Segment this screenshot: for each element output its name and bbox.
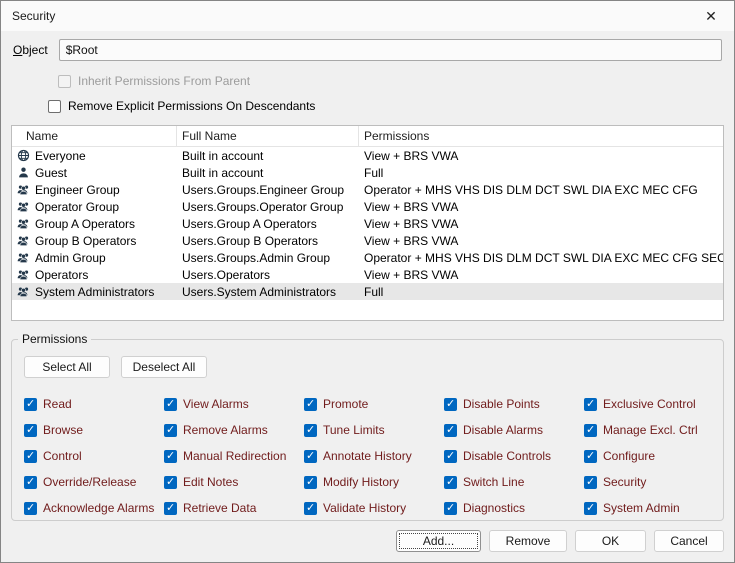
remove-explicit-permissions-checkbox[interactable]: Remove Explicit Permissions On Descendan… xyxy=(48,99,734,113)
permission-checkbox-read[interactable]: Read xyxy=(24,397,164,411)
group-icon xyxy=(17,200,30,213)
title-bar: Security ✕ xyxy=(1,1,734,31)
checkbox-icon xyxy=(444,424,457,437)
permissions-group-label: Permissions xyxy=(18,332,91,346)
checkbox-icon xyxy=(584,450,597,463)
table-row-group-a-operators[interactable]: Group A Operators Users.Group A Operator… xyxy=(12,215,723,232)
table-row-engineer-group[interactable]: Engineer Group Users.Groups.Engineer Gro… xyxy=(12,181,723,198)
accounts-table: Name Full Name Permissions Everyone Buil… xyxy=(11,125,724,321)
permission-checkbox-retrieve-data[interactable]: Retrieve Data xyxy=(164,501,304,515)
permission-checkbox-promote[interactable]: Promote xyxy=(304,397,444,411)
checkbox-icon xyxy=(444,502,457,515)
permissions-groupbox: Permissions Select All Deselect All Read… xyxy=(11,339,724,521)
permission-checkbox-disable-points[interactable]: Disable Points xyxy=(444,397,584,411)
permission-checkbox-configure[interactable]: Configure xyxy=(584,449,724,463)
checkbox-icon xyxy=(444,398,457,411)
checkbox-icon xyxy=(304,450,317,463)
table-row-operator-group[interactable]: Operator Group Users.Groups.Operator Gro… xyxy=(12,198,723,215)
group-icon xyxy=(17,183,30,196)
permission-checkbox-tune-limits[interactable]: Tune Limits xyxy=(304,423,444,437)
permission-checkbox-disable-controls[interactable]: Disable Controls xyxy=(444,449,584,463)
table-row-everyone[interactable]: Everyone Built in account View + BRS VWA xyxy=(12,147,723,164)
table-row-system-administrators[interactable]: System Administrators Users.System Admin… xyxy=(12,283,723,300)
checkbox-icon xyxy=(164,450,177,463)
group-icon xyxy=(17,268,30,281)
permission-checkbox-validate-history[interactable]: Validate History xyxy=(304,501,444,515)
checkbox-icon xyxy=(444,450,457,463)
checkbox-icon xyxy=(444,476,457,489)
table-row-operators[interactable]: Operators Users.Operators View + BRS VWA xyxy=(12,266,723,283)
object-label: Object xyxy=(13,43,48,57)
group-icon xyxy=(17,217,30,230)
permission-checkbox-switch-line[interactable]: Switch Line xyxy=(444,475,584,489)
select-all-button[interactable]: Select All xyxy=(24,356,110,378)
ok-button[interactable]: OK xyxy=(575,530,646,552)
permission-checkbox-system-admin[interactable]: System Admin xyxy=(584,501,724,515)
permission-checkbox-view-alarms[interactable]: View Alarms xyxy=(164,397,304,411)
footer-buttons: Add... Remove OK Cancel xyxy=(1,530,724,552)
add-button[interactable]: Add... xyxy=(396,530,481,552)
checkbox-icon xyxy=(24,398,37,411)
inherit-permissions-label: Inherit Permissions From Parent xyxy=(78,74,250,88)
group-icon xyxy=(17,285,30,298)
checkbox-icon xyxy=(24,450,37,463)
checkbox-icon xyxy=(584,398,597,411)
object-input[interactable] xyxy=(59,39,722,61)
checkbox-icon xyxy=(24,424,37,437)
checkbox-icon xyxy=(164,398,177,411)
checkbox-icon xyxy=(48,100,61,113)
permission-checkbox-diagnostics[interactable]: Diagnostics xyxy=(444,501,584,515)
column-header-name[interactable]: Name xyxy=(12,126,177,146)
permissions-grid: Read Browse Control Override/Release Ack… xyxy=(24,391,723,521)
checkbox-icon xyxy=(24,502,37,515)
column-header-permissions[interactable]: Permissions xyxy=(359,126,723,146)
column-header-full-name[interactable]: Full Name xyxy=(177,126,359,146)
checkbox-icon xyxy=(584,476,597,489)
checkbox-icon xyxy=(24,476,37,489)
group-icon xyxy=(17,251,30,264)
security-dialog: Security ✕ Object Inherit Permissions Fr… xyxy=(0,0,735,563)
permission-checkbox-annotate-history[interactable]: Annotate History xyxy=(304,449,444,463)
remove-explicit-permissions-label: Remove Explicit Permissions On Descendan… xyxy=(68,99,315,113)
globe-icon xyxy=(17,149,30,162)
checkbox-icon xyxy=(304,502,317,515)
permission-checkbox-security[interactable]: Security xyxy=(584,475,724,489)
checkbox-icon xyxy=(584,502,597,515)
checkbox-icon xyxy=(304,398,317,411)
checkbox-icon xyxy=(304,424,317,437)
permission-checkbox-edit-notes[interactable]: Edit Notes xyxy=(164,475,304,489)
permission-checkbox-modify-history[interactable]: Modify History xyxy=(304,475,444,489)
permission-checkbox-control[interactable]: Control xyxy=(24,449,164,463)
remove-button[interactable]: Remove xyxy=(489,530,567,552)
permission-checkbox-exclusive-control[interactable]: Exclusive Control xyxy=(584,397,724,411)
permission-checkbox-override-release[interactable]: Override/Release xyxy=(24,475,164,489)
table-header: Name Full Name Permissions xyxy=(12,126,723,147)
checkbox-icon xyxy=(304,476,317,489)
checkbox-icon xyxy=(164,502,177,515)
permission-checkbox-browse[interactable]: Browse xyxy=(24,423,164,437)
checkbox-icon xyxy=(58,75,71,88)
object-row: Object xyxy=(13,39,722,61)
dialog-title: Security xyxy=(12,9,55,23)
permission-checkbox-disable-alarms[interactable]: Disable Alarms xyxy=(444,423,584,437)
group-icon xyxy=(17,234,30,247)
permission-checkbox-manage-excl-ctrl[interactable]: Manage Excl. Ctrl xyxy=(584,423,724,437)
permission-checkbox-manual-redirection[interactable]: Manual Redirection xyxy=(164,449,304,463)
permission-checkbox-remove-alarms[interactable]: Remove Alarms xyxy=(164,423,304,437)
checkbox-icon xyxy=(584,424,597,437)
table-row-group-b-operators[interactable]: Group B Operators Users.Group B Operator… xyxy=(12,232,723,249)
person-icon xyxy=(17,166,30,179)
checkbox-icon xyxy=(164,476,177,489)
deselect-all-button[interactable]: Deselect All xyxy=(121,356,207,378)
table-row-admin-group[interactable]: Admin Group Users.Groups.Admin Group Ope… xyxy=(12,249,723,266)
checkbox-icon xyxy=(164,424,177,437)
close-icon[interactable]: ✕ xyxy=(688,1,734,31)
table-row-guest[interactable]: Guest Built in account Full xyxy=(12,164,723,181)
inherit-permissions-checkbox[interactable]: Inherit Permissions From Parent xyxy=(58,74,734,88)
cancel-button[interactable]: Cancel xyxy=(654,530,724,552)
permission-checkbox-acknowledge-alarms[interactable]: Acknowledge Alarms xyxy=(24,501,164,515)
